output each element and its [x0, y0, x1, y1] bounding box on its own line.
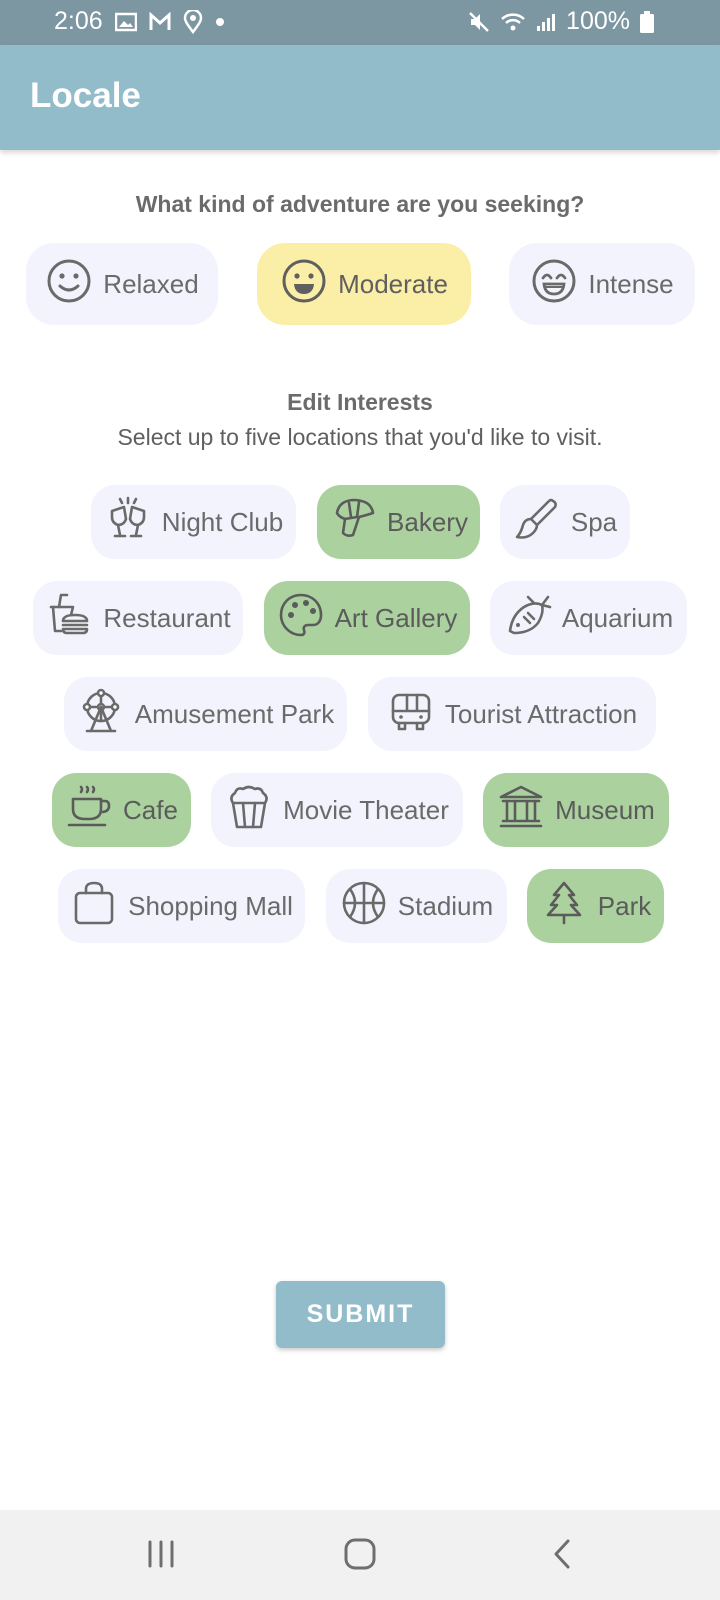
- signal-icon: [536, 12, 556, 32]
- status-time: 2:06: [54, 7, 103, 35]
- app-bar: Locale: [0, 45, 720, 150]
- home-icon[interactable]: [343, 1534, 377, 1579]
- interest-aquarium[interactable]: Aquarium: [490, 581, 687, 655]
- brush-icon: [513, 495, 561, 550]
- interests-title: Edit Interests: [287, 389, 433, 415]
- wifi-icon: [500, 11, 526, 33]
- notification-dot-icon: [215, 17, 225, 27]
- glasses-cheers-icon: [104, 495, 152, 550]
- interest-label: Museum: [555, 794, 655, 825]
- interest-amusement-park[interactable]: Amusement Park: [64, 677, 347, 751]
- shopping-bag-icon: [70, 879, 118, 934]
- interest-label: Shopping Mall: [128, 890, 293, 921]
- back-icon[interactable]: [550, 1534, 574, 1579]
- battery-percent: 100%: [566, 7, 630, 35]
- smile-icon: [45, 257, 93, 312]
- adventure-option-intense[interactable]: Intense: [509, 243, 695, 325]
- app-title: Locale: [30, 76, 141, 115]
- interest-bakery[interactable]: Bakery: [317, 485, 480, 559]
- interest-label: Movie Theater: [283, 794, 449, 825]
- interest-art-gallery[interactable]: Art Gallery: [264, 581, 470, 655]
- croissant-icon: [329, 495, 377, 550]
- interest-park[interactable]: Park: [527, 869, 664, 943]
- gmail-icon: [149, 11, 171, 32]
- gallery-icon: [114, 12, 137, 32]
- grin-icon: [530, 257, 578, 312]
- system-navigation-bar: [0, 1510, 720, 1600]
- interest-label: Tourist Attraction: [444, 698, 638, 729]
- adventure-option-label: Intense: [588, 268, 674, 299]
- interest-cafe[interactable]: Cafe: [52, 773, 191, 847]
- fast-food-icon: [45, 591, 93, 646]
- recent-apps-icon[interactable]: [145, 1534, 177, 1579]
- interest-movie-theater[interactable]: Movie Theater: [211, 773, 463, 847]
- adventure-option-label: Relaxed: [103, 268, 199, 299]
- coffee-cup-icon: [65, 783, 113, 838]
- building-columns-icon: [497, 783, 545, 838]
- basketball-icon: [340, 879, 388, 934]
- battery-icon: [640, 10, 654, 33]
- interest-label: Night Club: [161, 506, 284, 537]
- adventure-question: What kind of adventure are you seeking?: [135, 191, 585, 217]
- popcorn-icon: [225, 783, 273, 838]
- submit-button[interactable]: SUBMIT: [276, 1281, 445, 1348]
- interest-label: Cafe: [123, 794, 178, 825]
- tree-icon: [540, 879, 588, 934]
- status-bar: 2:06 100%: [0, 0, 720, 45]
- mute-icon: [468, 11, 490, 33]
- interest-museum[interactable]: Museum: [483, 773, 669, 847]
- interest-tourist-attraction[interactable]: Tourist Attraction: [368, 677, 656, 751]
- adventure-option-moderate[interactable]: Moderate: [257, 243, 471, 325]
- palette-icon: [277, 591, 325, 646]
- adventure-option-label: Moderate: [338, 268, 448, 299]
- interest-night-club[interactable]: Night Club: [91, 485, 296, 559]
- ferris-wheel-icon: [77, 687, 125, 742]
- interest-label: Spa: [570, 506, 618, 537]
- interest-restaurant[interactable]: Restaurant: [33, 581, 243, 655]
- bus-icon: [387, 687, 435, 742]
- location-icon: [183, 9, 203, 34]
- interest-label: Stadium: [397, 890, 494, 921]
- interest-spa[interactable]: Spa: [500, 485, 630, 559]
- adventure-option-relaxed[interactable]: Relaxed: [26, 243, 218, 325]
- interest-label: Park: [597, 890, 652, 921]
- interests-subtitle: Select up to five locations that you'd l…: [117, 424, 603, 450]
- fish-icon: [504, 591, 552, 646]
- interest-label: Restaurant: [103, 602, 231, 633]
- interest-label: Bakery: [387, 506, 468, 537]
- interest-stadium[interactable]: Stadium: [326, 869, 507, 943]
- interest-shopping-mall[interactable]: Shopping Mall: [58, 869, 305, 943]
- interest-label: Amusement Park: [134, 698, 335, 729]
- smile-icon: [280, 257, 328, 312]
- interest-label: Art Gallery: [334, 602, 458, 633]
- interest-label: Aquarium: [561, 602, 674, 633]
